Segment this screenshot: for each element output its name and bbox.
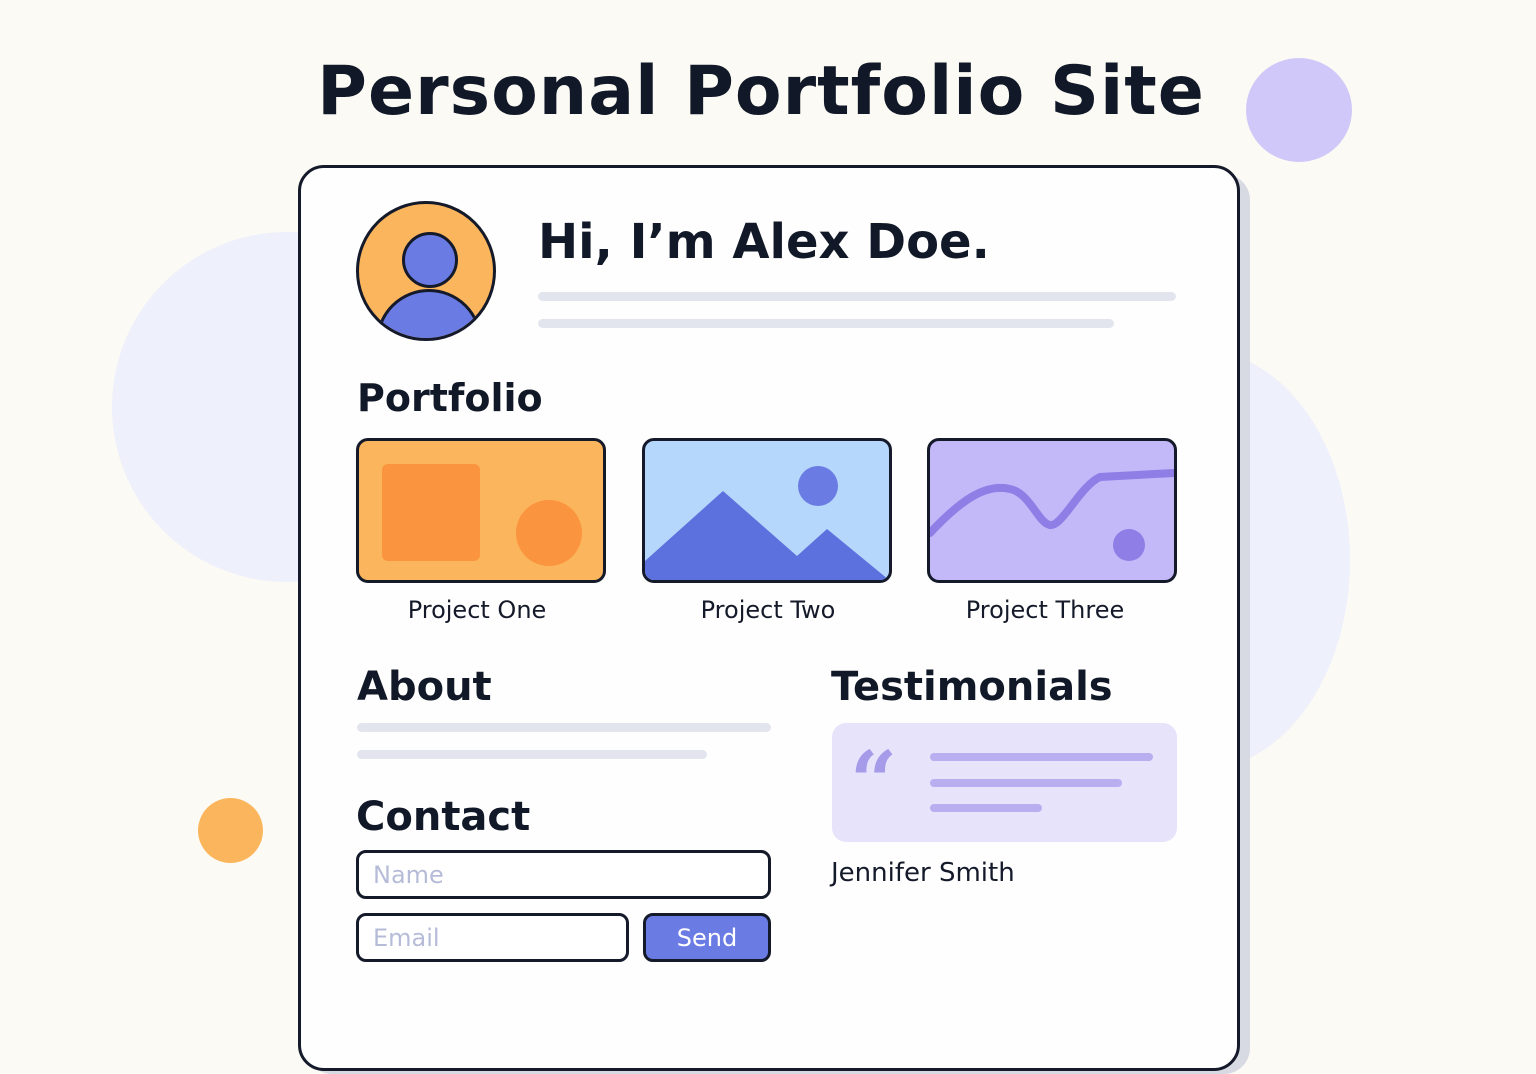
project-two-thumbnail[interactable] bbox=[642, 438, 892, 583]
testimonial-text-placeholder-line bbox=[930, 804, 1042, 812]
name-input[interactable] bbox=[356, 850, 771, 899]
testimonials-heading: Testimonials bbox=[831, 664, 1113, 710]
decor-circle-orange bbox=[198, 798, 263, 863]
project-three-thumbnail[interactable] bbox=[927, 438, 1177, 583]
email-input[interactable] bbox=[356, 913, 629, 962]
about-text-placeholder-line bbox=[357, 723, 771, 732]
user-avatar-icon bbox=[356, 201, 496, 341]
hero-greeting: Hi, I’m Alex Doe. bbox=[538, 214, 990, 270]
testimonial-card: “ bbox=[832, 723, 1177, 842]
about-text-placeholder-line bbox=[357, 750, 707, 759]
page-title: Personal Portfolio Site bbox=[317, 52, 1205, 131]
hero-text-placeholder-line bbox=[538, 292, 1176, 301]
portfolio-heading: Portfolio bbox=[357, 376, 543, 420]
mountain-image-icon bbox=[645, 466, 889, 580]
send-button[interactable]: Send bbox=[643, 913, 771, 962]
project-two-label[interactable]: Project Two bbox=[643, 596, 893, 624]
quote-icon: “ bbox=[850, 734, 898, 830]
about-heading: About bbox=[357, 664, 492, 710]
testimonial-author: Jennifer Smith bbox=[831, 858, 1015, 888]
project-one-thumbnail[interactable] bbox=[356, 438, 606, 583]
line-graph-image-icon bbox=[930, 469, 1174, 561]
contact-heading: Contact bbox=[356, 794, 531, 840]
project-one-label[interactable]: Project One bbox=[352, 596, 602, 624]
testimonial-text-placeholder-line bbox=[930, 753, 1153, 761]
testimonial-text-placeholder-line bbox=[930, 779, 1122, 787]
shapes-image-icon bbox=[382, 464, 582, 566]
hero-text-placeholder-line bbox=[538, 319, 1114, 328]
avatar-head bbox=[402, 232, 458, 288]
avatar-body bbox=[376, 289, 482, 338]
project-three-label[interactable]: Project Three bbox=[920, 596, 1170, 624]
